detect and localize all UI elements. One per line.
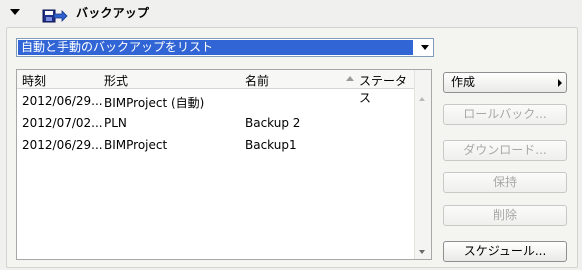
column-header-format[interactable]: 形式 [104,72,128,89]
rollback-button[interactable]: ロールバック... [443,104,567,125]
column-header-name[interactable]: 名前 [245,72,269,89]
backup-filter-select[interactable]: 自動と手動のバックアップをリスト [16,38,434,57]
list-header: 時刻 形式 名前 ステータス [17,70,415,105]
row-format: BIMProject [104,138,168,152]
filter-selected-option[interactable]: 自動と手動のバックアップをリスト [18,40,413,55]
table-row[interactable]: 2012/07/02... PLN Backup 2 [17,113,415,135]
row-time: 2012/06/29... [22,94,103,108]
create-button[interactable]: 作成 [443,72,567,93]
delete-button[interactable]: 削除 [443,205,567,226]
column-header-time[interactable]: 時刻 [22,72,46,89]
backup-icon [42,9,68,23]
scroll-up-arrow-icon[interactable] [419,97,425,101]
schedule-button[interactable]: スケジュール... [443,241,567,262]
dropdown-arrow-icon[interactable] [421,45,429,50]
sort-ascending-icon [346,76,354,81]
table-row[interactable]: 2012/06/29... BIMProject Backup1 [17,135,415,157]
row-time: 2012/06/29... [22,138,103,152]
backup-list[interactable]: 時刻 形式 名前 ステータス 2012/06/29... BIMProject … [16,69,432,260]
download-button[interactable]: ダウンロード... [443,140,567,161]
row-name: Backup1 [245,138,297,152]
keep-button[interactable]: 保持 [443,172,567,193]
vertical-scrollbar[interactable] [414,70,431,259]
table-row[interactable]: 2012/06/29... BIMProject (自動) [17,91,415,113]
section-title: バックアップ [76,6,150,20]
create-button-label: 作成 [451,75,476,89]
row-format: PLN [104,116,127,130]
scroll-down-arrow-icon[interactable] [419,250,425,254]
row-format: BIMProject (自動) [104,96,205,110]
section-header: バックアップ [0,0,582,30]
row-time: 2012/07/02... [22,116,103,130]
row-name: Backup 2 [245,116,301,130]
submenu-arrow-icon [558,79,562,87]
collapse-arrow-icon[interactable] [10,9,20,15]
